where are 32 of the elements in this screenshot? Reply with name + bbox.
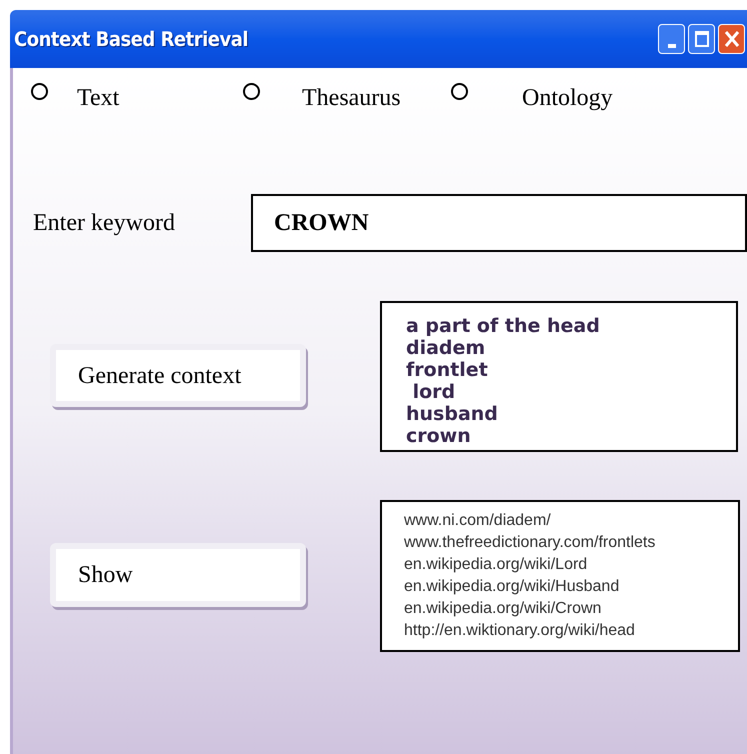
- list-item[interactable]: lord: [406, 381, 736, 403]
- close-button[interactable]: [718, 24, 745, 54]
- list-item[interactable]: husband: [406, 403, 736, 425]
- radio-label: Ontology: [522, 84, 613, 113]
- generate-context-button[interactable]: Generate context: [50, 344, 306, 407]
- radio-label: Thesaurus: [302, 84, 401, 113]
- url-item[interactable]: http://en.wiktionary.org/wiki/head: [404, 620, 738, 642]
- radio-button[interactable]: [451, 83, 468, 100]
- close-icon: [724, 30, 740, 48]
- list-item[interactable]: crown: [406, 425, 736, 447]
- url-item[interactable]: www.thefreedictionary.com/frontlets: [404, 532, 738, 554]
- url-item[interactable]: en.wikipedia.org/wiki/Crown: [404, 598, 738, 620]
- url-item[interactable]: en.wikipedia.org/wiki/Lord: [404, 554, 738, 576]
- radio-button[interactable]: [31, 83, 48, 100]
- keyword-field[interactable]: CROWN: [251, 194, 747, 252]
- url-item[interactable]: en.wikipedia.org/wiki/Husband: [404, 576, 738, 598]
- maximize-button[interactable]: [688, 24, 715, 54]
- radio-option[interactable]: Ontology: [451, 80, 651, 116]
- context-list[interactable]: a part of the head diadem frontlet lord husband crown: [380, 301, 738, 452]
- window-title: Context Based Retrieval: [14, 26, 248, 53]
- list-item[interactable]: a part of the head: [406, 315, 736, 337]
- radio-option[interactable]: Text: [31, 80, 243, 116]
- radio-label: Text: [77, 84, 120, 113]
- minimize-button[interactable]: [658, 24, 685, 54]
- keyword-label: Enter keyword: [33, 209, 176, 238]
- radio-option[interactable]: Thesaurus: [243, 80, 451, 116]
- url-list[interactable]: www.ni.com/diadem/ www.thefreedictionary.com/frontlets en.wikipedia.org/wiki/Lord en.wikipedia.org/wiki/Husband en.wikipedia.org/wiki/Crown http://en.wiktionary.org/wiki/head: [380, 500, 740, 652]
- radio-button[interactable]: [243, 83, 260, 100]
- list-item[interactable]: diadem: [406, 337, 736, 359]
- show-button[interactable]: Show: [50, 543, 306, 607]
- list-item[interactable]: frontlet: [406, 359, 736, 381]
- url-item[interactable]: www.ni.com/diadem/: [404, 510, 738, 532]
